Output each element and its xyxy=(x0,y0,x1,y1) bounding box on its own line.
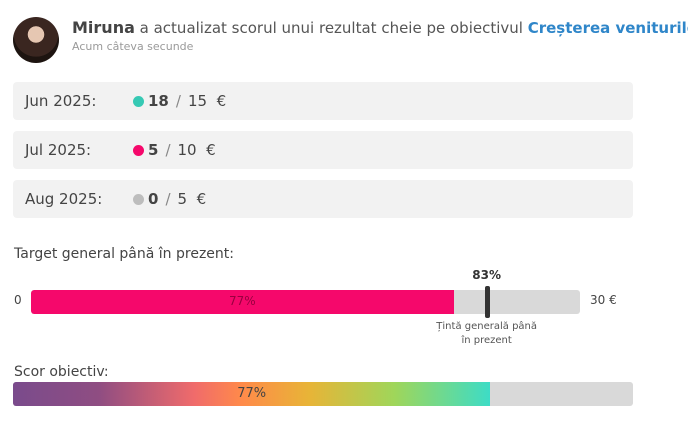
target-caption: Țintă generală până în prezent xyxy=(436,321,538,346)
objective-link[interactable]: Creșterea veniturilor xyxy=(528,19,688,37)
month-row-aug: Aug 2025: 0 / 5 € xyxy=(13,180,633,218)
month-target: 5 xyxy=(177,190,188,208)
currency-symbol: € xyxy=(196,190,207,208)
month-label: Jul 2025: xyxy=(25,141,92,159)
status-dot-icon xyxy=(133,96,144,107)
status-dot-icon xyxy=(133,145,144,156)
activity-headline: Miruna a actualizat scorul unui rezultat… xyxy=(72,18,688,37)
progress-percent: 77% xyxy=(229,294,256,308)
value-separator: / xyxy=(165,141,171,159)
score-bar: 77% xyxy=(13,382,633,406)
currency-symbol: € xyxy=(206,141,216,159)
overall-target-title: Target general până în prezent: xyxy=(14,246,234,262)
month-row-jun: Jun 2025: 18 / 15 € xyxy=(13,82,633,120)
month-label: Aug 2025: xyxy=(25,190,103,208)
score-percent: 77% xyxy=(237,386,267,401)
score-title: Scor obiectiv: xyxy=(14,364,109,380)
month-value: 5 / 10 € xyxy=(148,141,216,159)
currency-symbol: € xyxy=(216,92,227,110)
overall-progress-bar: 77% xyxy=(31,290,580,314)
month-current: 5 xyxy=(148,141,159,159)
activity-timestamp: Acum câteva secunde xyxy=(72,40,194,53)
target-percent: 83% xyxy=(472,268,502,282)
month-current: 18 xyxy=(148,92,169,110)
value-separator: / xyxy=(175,92,181,110)
month-current: 0 xyxy=(148,190,159,208)
activity-action-text: a actualizat scorul unui rezultat cheie … xyxy=(139,19,523,37)
target-marker xyxy=(484,286,490,318)
month-value: 0 / 5 € xyxy=(148,190,206,208)
month-row-jul: Jul 2025: 5 / 10 € xyxy=(13,131,633,169)
month-target: 10 xyxy=(177,141,197,159)
bar-max-label: 30 € xyxy=(590,293,617,307)
status-dot-icon xyxy=(133,194,144,205)
month-target: 15 xyxy=(187,92,208,110)
month-label: Jun 2025: xyxy=(25,92,97,110)
bar-min-label: 0 xyxy=(14,293,22,307)
user-name[interactable]: Miruna xyxy=(72,18,135,37)
value-separator: / xyxy=(165,190,171,208)
user-avatar[interactable] xyxy=(13,17,59,63)
month-value: 18 / 15 € xyxy=(148,92,226,110)
